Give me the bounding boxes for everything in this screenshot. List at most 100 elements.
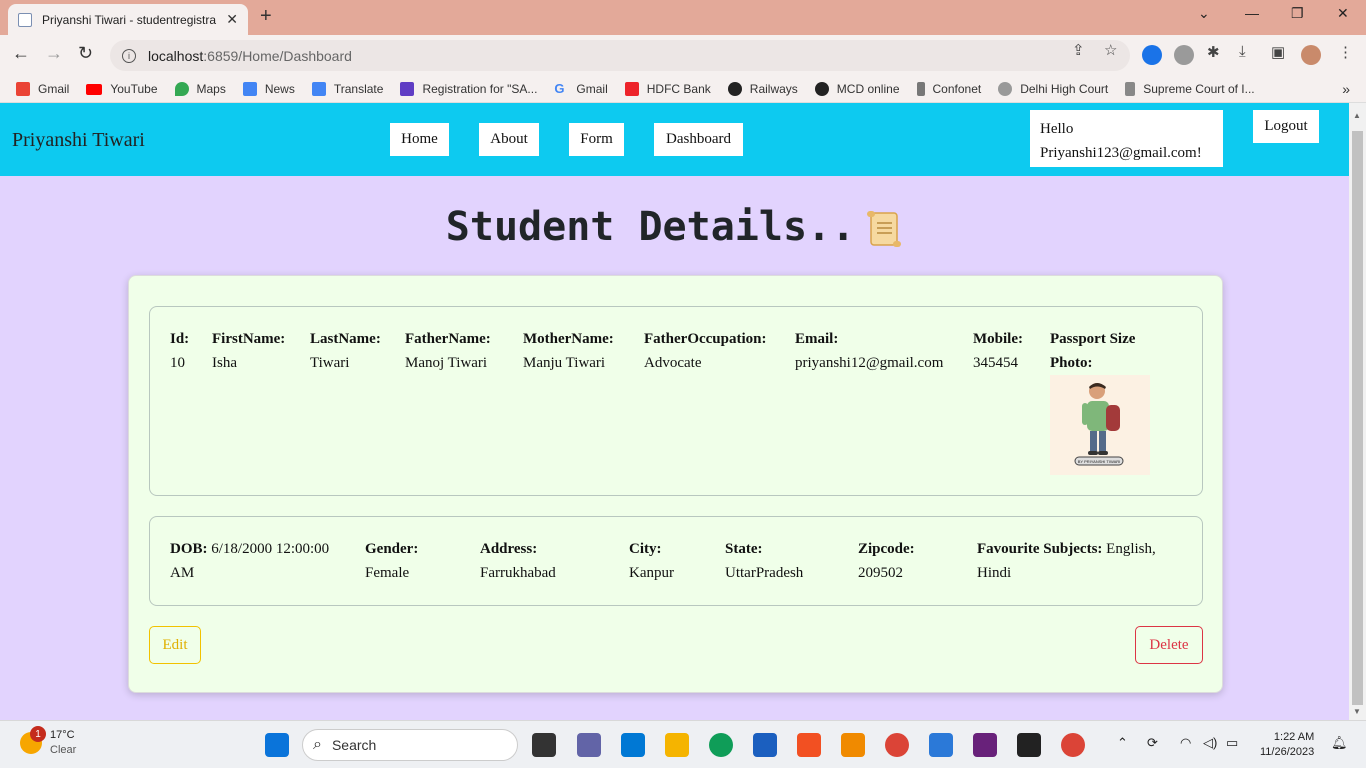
bookmark-railways[interactable]: Railways: [727, 82, 798, 96]
label-address: Address:: [480, 541, 538, 557]
taskbar-search[interactable]: ⌕ Search: [302, 729, 518, 761]
file-explorer-icon[interactable]: [665, 733, 689, 757]
clock-time: 1:22 AM: [1273, 731, 1315, 743]
search-placeholder: Search: [331, 737, 377, 753]
sidebar-icon[interactable]: ▣: [1271, 43, 1285, 61]
nav-about[interactable]: About: [479, 123, 539, 156]
extensions-puzzle-icon[interactable]: ✱: [1207, 43, 1220, 61]
browser-tab[interactable]: Priyanshi Tiwari - studentregistra ✕: [8, 4, 248, 35]
bookmark-translate[interactable]: Translate: [311, 82, 383, 96]
reload-icon[interactable]: ↻: [78, 43, 93, 64]
volume-icon[interactable]: ◁): [1203, 735, 1217, 751]
label-father-name: FatherName:: [405, 331, 491, 347]
windows-start-icon[interactable]: [265, 733, 289, 757]
windows-taskbar: 1 17°C Clear ⌕ Search ⌃ ⟳ ◠ ◁) ▭ 1:22 AM…: [0, 720, 1366, 768]
store-icon[interactable]: [753, 733, 777, 757]
value-last-name: Tiwari: [310, 355, 350, 371]
download-icon[interactable]: ⤓: [1239, 43, 1246, 60]
restore-icon[interactable]: ❐: [1291, 5, 1304, 22]
field-subjects: Favourite Subjects: English, Hindi: [977, 537, 1182, 585]
bookmark-supreme-court[interactable]: Supreme Court of I...: [1125, 82, 1255, 96]
globe-icon: [814, 82, 829, 96]
field-dob: DOB: 6/18/2000 12:00:00 AM: [170, 537, 350, 585]
page-scrollbar[interactable]: ▲ ▼: [1349, 103, 1366, 720]
edge-icon[interactable]: [709, 733, 733, 757]
label-mother-name: MotherName:: [523, 331, 614, 347]
bookmark-star-icon[interactable]: ☆: [1104, 41, 1117, 59]
scroll-up-icon[interactable]: ▲: [1353, 111, 1361, 120]
field-address: Address: Farrukhabad: [480, 537, 556, 585]
nav-dashboard[interactable]: Dashboard: [654, 123, 743, 156]
field-email: Email: priyanshi12@gmail.com: [795, 327, 943, 375]
bookmark-mcd[interactable]: MCD online: [814, 82, 900, 96]
greeting-line: Hello: [1040, 121, 1074, 137]
nav-form[interactable]: Form: [569, 123, 624, 156]
value-mother-name: Manju Tiwari: [523, 355, 606, 371]
visual-studio-icon[interactable]: [973, 733, 997, 757]
bookmark-confonet[interactable]: Confonet: [916, 82, 981, 96]
new-tab-icon[interactable]: +: [260, 5, 272, 28]
close-window-icon[interactable]: ✕: [1337, 5, 1349, 22]
label-id: Id:: [170, 331, 190, 347]
bookmark-youtube[interactable]: YouTube: [86, 82, 158, 96]
vlc-icon[interactable]: [841, 733, 865, 757]
taskbar-clock[interactable]: 1:22 AM 11/26/2023: [1260, 730, 1314, 760]
wifi-icon[interactable]: ◠: [1180, 735, 1191, 751]
site-info-icon[interactable]: i: [122, 48, 136, 63]
field-father-name: FatherName: Manoj Tiwari: [405, 327, 491, 375]
brave-icon[interactable]: [797, 733, 821, 757]
value-father-name: Manoj Tiwari: [405, 355, 488, 371]
bug-extension-icon[interactable]: [1174, 45, 1194, 65]
scroll-down-icon[interactable]: ▼: [1353, 707, 1361, 716]
field-gender: Gender: Female: [365, 537, 418, 585]
network-sync-icon[interactable]: ⟳: [1147, 735, 1158, 751]
forward-icon[interactable]: →: [45, 43, 63, 64]
chrome-profile-icon[interactable]: [1061, 733, 1085, 757]
tab-search-icon[interactable]: ⌄: [1198, 5, 1210, 22]
battery-icon[interactable]: ▭: [1226, 735, 1238, 751]
more-bookmarks-icon[interactable]: »: [1342, 81, 1350, 97]
delete-button[interactable]: Delete: [1135, 626, 1203, 664]
profile-avatar[interactable]: [1301, 45, 1321, 65]
address-bar[interactable]: i localhost:6859/Home/Dashboard: [110, 40, 1130, 71]
bookmark-maps[interactable]: Maps: [174, 82, 226, 96]
bookmark-gmail-2[interactable]: G Gmail: [554, 82, 607, 97]
bookmark-delhi-high-court[interactable]: Delhi High Court: [998, 82, 1108, 96]
label-zipcode: Zipcode:: [858, 541, 915, 557]
bookmark-hdfc[interactable]: HDFC Bank: [624, 82, 711, 96]
logout-button[interactable]: Logout: [1253, 110, 1319, 143]
label-last-name: LastName:: [310, 331, 381, 347]
close-tab-icon[interactable]: ✕: [226, 11, 238, 28]
nav-home[interactable]: Home: [390, 123, 449, 156]
site-navbar: Priyanshi Tiwari Home About Form Dashboa…: [0, 103, 1349, 176]
weather-desc: Clear: [50, 744, 77, 756]
bookmark-news[interactable]: News: [242, 82, 295, 96]
browser-tabbar: Priyanshi Tiwari - studentregistra ✕ + ⌄…: [0, 0, 1366, 35]
task-view-icon[interactable]: [532, 733, 556, 757]
site-brand[interactable]: Priyanshi Tiwari: [12, 129, 145, 152]
back-icon[interactable]: ←: [12, 43, 30, 64]
weather-moon-icon: 1: [20, 726, 46, 754]
extension-icon[interactable]: [1142, 45, 1162, 65]
label-photo: Passport Size Photo:: [1050, 331, 1136, 371]
chrome-icon[interactable]: [885, 733, 909, 757]
terminal-icon[interactable]: [1017, 733, 1041, 757]
maps-icon: [174, 82, 189, 96]
label-email: Email:: [795, 331, 839, 347]
vscode-icon[interactable]: [621, 733, 645, 757]
tray-chevron-icon[interactable]: ⌃: [1117, 735, 1128, 751]
bookmark-registration[interactable]: Registration for "SA...: [400, 82, 537, 96]
weather-badge: 1: [30, 726, 46, 742]
notification-bell-icon[interactable]: 🔔︎: [1331, 735, 1348, 751]
bookmark-gmail[interactable]: Gmail: [16, 82, 69, 96]
notepad-icon[interactable]: [929, 733, 953, 757]
menu-kebab-icon[interactable]: ⋮: [1338, 43, 1353, 61]
minimize-icon[interactable]: —: [1245, 5, 1259, 21]
weather-temp: 17°C: [50, 729, 75, 741]
teams-icon[interactable]: [577, 733, 601, 757]
label-dob: DOB:: [170, 541, 208, 557]
scrollbar-thumb[interactable]: [1352, 131, 1363, 705]
edit-button[interactable]: Edit: [149, 626, 201, 664]
share-icon[interactable]: ⇪: [1072, 41, 1085, 59]
weather-widget[interactable]: 1 17°C Clear: [20, 726, 77, 758]
